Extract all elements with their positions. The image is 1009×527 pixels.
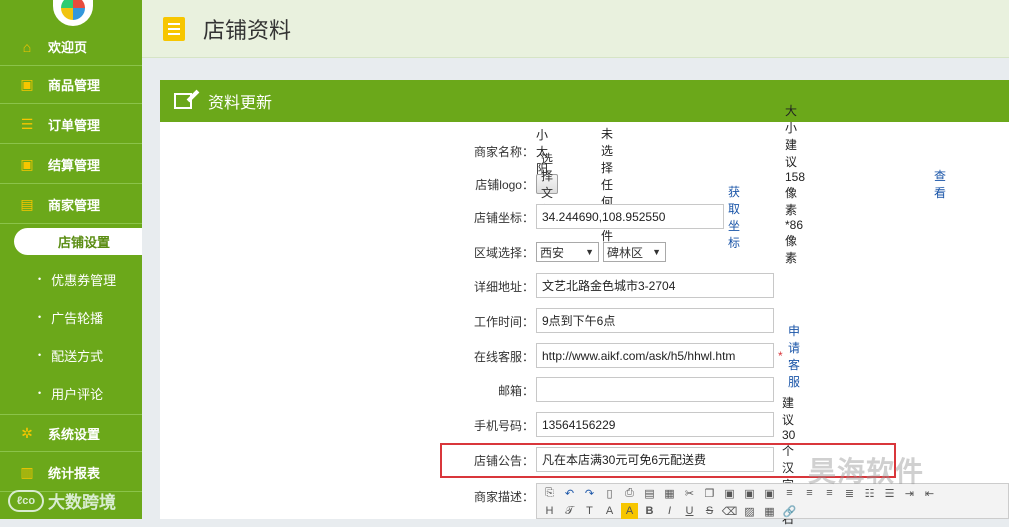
logo-view-link[interactable]: 查看 <box>934 167 946 201</box>
sidebar-subitem-banners[interactable]: • 广告轮播 <box>0 298 142 336</box>
address-input[interactable]: 文艺北路金色城市3-2704 <box>536 273 774 298</box>
sidebar-item-store-settings[interactable]: 店铺设置 <box>14 228 142 255</box>
chevron-down-icon: ▼ <box>652 247 661 257</box>
sidebar-item-orders[interactable]: ☰ 订单管理 <box>0 106 142 144</box>
sidebar-item-label: 结算管理 <box>48 158 101 173</box>
cut-icon[interactable]: ✂ <box>681 485 698 501</box>
merchant-name-label: 商家名称： <box>473 144 534 159</box>
paste-word-icon[interactable]: ▣ <box>761 485 778 501</box>
sidebar-item-label: 系统设置 <box>48 426 101 442</box>
address-label: 详细地址： <box>473 279 534 294</box>
city-select-value: 西安 <box>540 245 565 260</box>
toolbar-row-1: ⎘ ↶ ↷ ▯ ⎙ ▤ ▦ ✂ ❐ ▣ ▣ ▣ ≡ ≡ ≡ ≣ ☷ ☰ ⇥ ⇤ <box>537 484 1008 502</box>
paste-icon[interactable]: ▣ <box>721 485 738 501</box>
sidebar-item-settlement[interactable]: ▣ 结算管理 <box>0 146 142 184</box>
strikethrough-icon[interactable]: S <box>701 503 718 519</box>
bullet-icon: • <box>38 274 42 284</box>
toolbar-row-2: H 𝒯 T A A B I U S ⌫ ▨ ▦ 🔗 <box>537 502 1008 520</box>
font-color-icon[interactable]: A <box>601 503 618 519</box>
store-icon: ▤ <box>20 196 34 212</box>
sidebar-subitem-reviews[interactable]: • 用户评论 <box>0 374 142 412</box>
sidebar-item-welcome[interactable]: ⌂ 欢迎页 <box>0 28 142 66</box>
template-icon[interactable]: ▦ <box>661 485 678 501</box>
sidebar-subitem-delivery[interactable]: • 配送方式 <box>0 336 142 374</box>
email-label: 邮箱： <box>497 383 534 398</box>
description-label: 商家描述： <box>473 489 534 504</box>
sidebar-subitem-label: 用户评论 <box>51 386 104 402</box>
clear-format-icon[interactable]: ⌫ <box>721 503 738 519</box>
region-label: 区域选择： <box>473 245 534 260</box>
font-size-icon[interactable]: T <box>581 503 598 519</box>
font-family-icon[interactable]: 𝒯 <box>561 503 578 519</box>
bullet-icon: • <box>38 388 42 398</box>
app-logo[interactable] <box>53 0 93 26</box>
watermark-text: 昊海软件 <box>808 456 925 487</box>
sidebar-item-label: 商品管理 <box>48 78 101 93</box>
redo-icon[interactable]: ↷ <box>581 485 598 501</box>
sidebar-item-label: 订单管理 <box>48 118 101 133</box>
highlight-color-icon[interactable]: A <box>621 503 638 519</box>
home-icon: ⌂ <box>22 38 32 55</box>
service-label: 在线客服： <box>473 349 534 364</box>
cart-icon: ▣ <box>20 156 34 172</box>
gear-icon: ✲ <box>21 424 33 441</box>
sidebar-item-label: 统计报表 <box>48 466 101 481</box>
copy-icon[interactable]: ❐ <box>701 485 718 501</box>
underline-icon[interactable]: U <box>681 503 698 519</box>
logo-label: 店铺logo： <box>475 177 534 192</box>
sidebar-item-label: 商家管理 <box>48 198 101 213</box>
sidebar-subitem-label: 配送方式 <box>51 348 104 364</box>
new-doc-icon[interactable]: ▯ <box>601 485 618 501</box>
sidebar-item-merchant[interactable]: ▤ 商家管理 <box>0 186 142 224</box>
hours-label: 工作时间： <box>473 314 534 329</box>
preview-icon[interactable]: ▤ <box>641 485 658 501</box>
hours-input[interactable]: 9点到下午6点 <box>536 308 774 333</box>
align-left-icon[interactable]: ≡ <box>781 485 798 501</box>
bar-chart-icon: ▥ <box>20 464 34 480</box>
store-form: 商家名称： 小太阳 店铺logo： 选择文件 未选择任何文件 大小建议158像素… <box>160 0 1009 526</box>
email-input[interactable] <box>536 377 774 402</box>
paste-text-icon[interactable]: ▣ <box>741 485 758 501</box>
cart-icon: ▣ <box>20 76 34 92</box>
clipboard-icon: ☰ <box>20 116 34 132</box>
sidebar-subitem-coupons[interactable]: • 优惠券管理 <box>0 260 142 298</box>
bullet-icon: • <box>38 350 42 360</box>
get-coords-link[interactable]: 获取坐标 <box>728 183 740 251</box>
city-select[interactable]: 西安 ▼ <box>536 242 599 262</box>
image-icon[interactable]: ▨ <box>741 503 758 519</box>
service-input[interactable]: http://www.aikf.com/ask/h5/hhwl.htm <box>536 343 774 368</box>
sidebar-item-products[interactable]: ▣ 商品管理 <box>0 66 142 104</box>
sidebar-subitem-label: 优惠券管理 <box>51 272 117 288</box>
rich-text-toolbar: ⎘ ↶ ↷ ▯ ⎙ ▤ ▦ ✂ ❐ ▣ ▣ ▣ ≡ ≡ ≡ ≣ ☷ ☰ ⇥ ⇤ … <box>536 483 1009 519</box>
bullet-icon: • <box>38 312 42 322</box>
italic-icon[interactable]: I <box>661 503 678 519</box>
brand-logo-icon: ℓco <box>8 489 44 512</box>
apply-service-link[interactable]: 申请客服 <box>788 322 800 390</box>
phone-label: 手机号码： <box>473 418 534 433</box>
logo-size-hint: 大小建议158像素*86像素 <box>785 104 806 265</box>
sidebar-subitem-label: 广告轮播 <box>51 310 104 326</box>
district-select[interactable]: 碑林区 ▼ <box>603 242 666 262</box>
coords-label: 店铺坐标： <box>473 210 534 225</box>
source-icon[interactable]: ⎘ <box>541 485 558 501</box>
phone-input[interactable]: 13564156229 <box>536 412 774 437</box>
sidebar: ⌂ 欢迎页 ▣ 商品管理 ☰ 订单管理 ▣ 结算管理 ▤ 商家管理 店铺设置 •… <box>0 0 142 519</box>
sidebar-item-label: 欢迎页 <box>48 40 88 55</box>
undo-icon[interactable]: ↶ <box>561 485 578 501</box>
heading-icon[interactable]: H <box>541 503 558 519</box>
sidebar-item-system-settings[interactable]: ✲ 系统设置 <box>0 414 142 452</box>
coords-input[interactable]: 34.244690,108.952550 <box>536 204 724 229</box>
required-mark: * <box>778 349 783 363</box>
print-icon[interactable]: ⎙ <box>621 485 638 501</box>
table-icon[interactable]: ▦ <box>761 503 778 519</box>
chevron-down-icon: ▼ <box>585 247 594 257</box>
bold-icon[interactable]: B <box>641 503 658 519</box>
choose-file-button[interactable]: 选择文件 <box>536 152 559 217</box>
sidebar-item-reports[interactable]: ▥ 统计报表 <box>0 454 142 492</box>
logo-icon <box>61 0 85 20</box>
brand-watermark: ℓco 大数跨境 <box>8 488 116 513</box>
brand-text: 大数跨境 <box>48 493 116 512</box>
link-icon[interactable]: 🔗 <box>781 503 798 519</box>
district-select-value: 碑林区 <box>607 245 644 260</box>
